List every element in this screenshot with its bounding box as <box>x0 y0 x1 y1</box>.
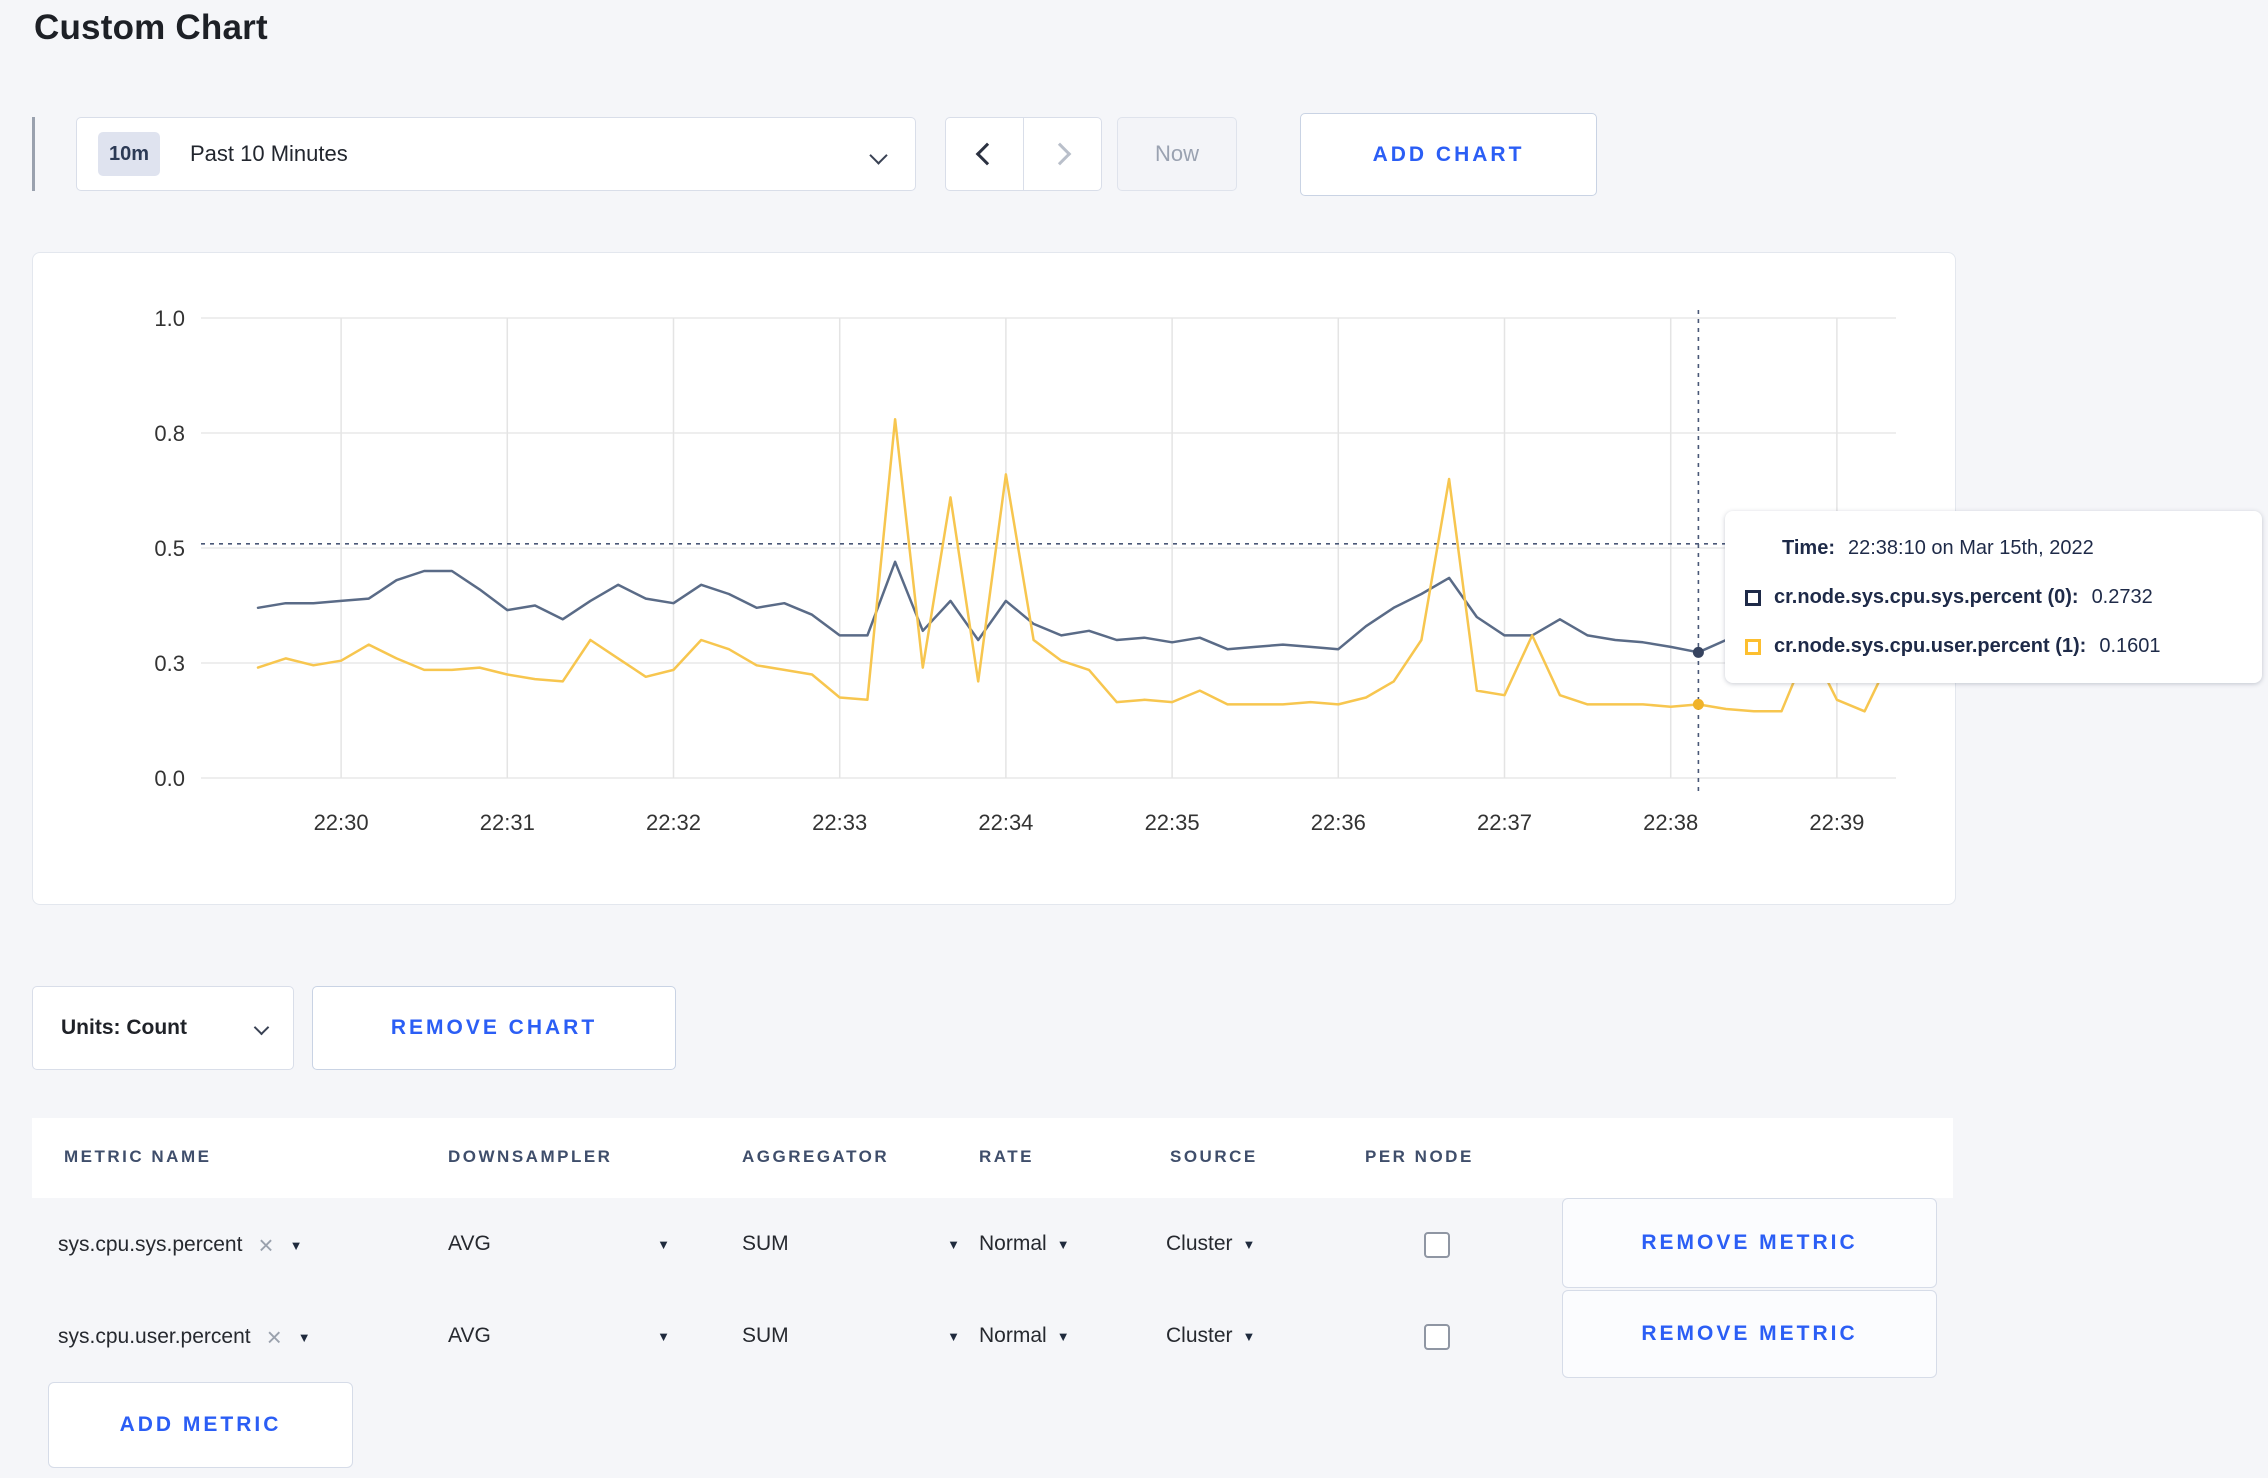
rate-value: Normal <box>979 1324 1047 1347</box>
units-label: Units: Count <box>61 1016 187 1039</box>
svg-text:0.0: 0.0 <box>154 766 185 791</box>
metric-name-chip[interactable]: sys.cpu.sys.percent × ▼ <box>58 1232 302 1258</box>
rate-dropdown[interactable]: Normal ▼ <box>979 1232 1070 1256</box>
tooltip-series-row: cr.node.sys.cpu.user.percent (1): 0.1601 <box>1745 635 2161 658</box>
col-downsampler: DOWNSAMPLER <box>448 1147 613 1166</box>
units-select[interactable]: Units: Count <box>32 986 294 1070</box>
downsampler-value: AVG <box>448 1324 491 1347</box>
svg-text:22:31: 22:31 <box>480 810 535 835</box>
tooltip-series-label: cr.node.sys.cpu.sys.percent (0): <box>1774 586 2079 608</box>
source-dropdown[interactable]: Cluster ▼ <box>1166 1324 1255 1348</box>
source-value: Cluster <box>1166 1324 1233 1347</box>
time-pager <box>945 117 1102 191</box>
caret-down-icon: ▼ <box>657 1328 670 1344</box>
caret-down-icon: ▼ <box>1242 1236 1256 1252</box>
svg-text:22:36: 22:36 <box>1311 810 1366 835</box>
tooltip-series-value: 0.1601 <box>2099 635 2161 657</box>
svg-text:22:32: 22:32 <box>646 810 701 835</box>
custom-chart-page: Custom Chart 10m Past 10 Minutes Now ADD… <box>0 0 2268 1478</box>
remove-metric-button[interactable]: REMOVE METRIC <box>1562 1290 1937 1378</box>
chart-card: 0.0 0.3 0.5 0.8 1.0 22:30 22:31 22:32 22:33 22:34… <box>32 252 1956 905</box>
svg-text:22:38: 22:38 <box>1643 810 1698 835</box>
caret-down-icon[interactable]: ▼ <box>290 1238 303 1253</box>
add-chart-button[interactable]: ADD CHART <box>1300 113 1597 196</box>
aggregator-dropdown[interactable]: SUM ▼ <box>742 1232 960 1256</box>
tooltip-series-value: 0.2732 <box>2091 586 2153 608</box>
remove-chip-icon[interactable]: × <box>267 1324 282 1350</box>
svg-text:22:30: 22:30 <box>314 810 369 835</box>
svg-text:22:39: 22:39 <box>1809 810 1864 835</box>
caret-down-icon: ▼ <box>947 1328 960 1344</box>
chevron-left-icon <box>976 142 999 166</box>
metrics-table-header: METRIC NAME DOWNSAMPLER AGGREGATOR RATE … <box>32 1118 1953 1198</box>
chevron-down-icon <box>253 1019 270 1036</box>
chevron-down-icon <box>869 146 888 165</box>
per-node-checkbox[interactable] <box>1424 1232 1450 1258</box>
svg-text:1.0: 1.0 <box>154 306 185 331</box>
page-title: Custom Chart <box>34 8 268 47</box>
col-rate: RATE <box>979 1147 1035 1166</box>
svg-text:0.5: 0.5 <box>154 536 185 561</box>
per-node-checkbox[interactable] <box>1424 1324 1450 1350</box>
aggregator-dropdown[interactable]: SUM ▼ <box>742 1324 960 1348</box>
remove-metric-button[interactable]: REMOVE METRIC <box>1562 1198 1937 1288</box>
now-button[interactable]: Now <box>1117 117 1237 191</box>
toolbar-left-divider <box>32 117 35 191</box>
caret-down-icon: ▼ <box>947 1236 960 1252</box>
svg-text:22:37: 22:37 <box>1477 810 1532 835</box>
tooltip-series-label: cr.node.sys.cpu.user.percent (1): <box>1774 635 2087 657</box>
caret-down-icon: ▼ <box>1056 1328 1070 1344</box>
add-metric-button[interactable]: ADD METRIC <box>48 1382 353 1468</box>
remove-chip-icon[interactable]: × <box>258 1232 273 1258</box>
cpu-chart-canvas[interactable]: 0.0 0.3 0.5 0.8 1.0 22:30 22:31 22:32 22:33 22:34… <box>33 253 1955 904</box>
metric-name-label: sys.cpu.sys.percent <box>58 1233 243 1256</box>
tooltip-series-row: cr.node.sys.cpu.sys.percent (0): 0.2732 <box>1745 586 2153 609</box>
svg-text:0.3: 0.3 <box>154 651 185 676</box>
tooltip-time-label: Time: <box>1782 537 1835 559</box>
sys-series-swatch-icon <box>1745 589 1761 606</box>
col-per-node: PER NODE <box>1365 1147 1474 1166</box>
tooltip-time-value: 22:38:10 on Mar 15th, 2022 <box>1847 537 2094 559</box>
rate-dropdown[interactable]: Normal ▼ <box>979 1324 1070 1348</box>
caret-down-icon: ▼ <box>657 1236 670 1252</box>
time-range-badge: 10m <box>98 132 160 176</box>
time-range-select[interactable]: 10m Past 10 Minutes <box>76 117 916 191</box>
tooltip-time-row: Time: 22:38:10 on Mar 15th, 2022 <box>1782 537 2094 560</box>
caret-down-icon: ▼ <box>1242 1328 1256 1344</box>
aggregator-value: SUM <box>742 1324 789 1347</box>
chart-tooltip: Time: 22:38:10 on Mar 15th, 2022 cr.node… <box>1725 511 2262 683</box>
remove-chart-button[interactable]: REMOVE CHART <box>312 986 676 1070</box>
time-range-label: Past 10 Minutes <box>190 141 348 166</box>
next-time-button[interactable] <box>1024 118 1101 190</box>
chevron-right-icon <box>1048 142 1071 166</box>
svg-text:22:35: 22:35 <box>1145 810 1200 835</box>
caret-down-icon: ▼ <box>1056 1236 1070 1252</box>
metric-name-chip[interactable]: sys.cpu.user.percent × ▼ <box>58 1324 311 1350</box>
svg-text:22:34: 22:34 <box>978 810 1033 835</box>
user-series-swatch-icon <box>1745 638 1761 655</box>
downsampler-dropdown[interactable]: AVG ▼ <box>448 1324 670 1348</box>
col-aggregator: AGGREGATOR <box>742 1147 890 1166</box>
source-dropdown[interactable]: Cluster ▼ <box>1166 1232 1255 1256</box>
source-value: Cluster <box>1166 1232 1233 1255</box>
col-source: SOURCE <box>1170 1147 1258 1166</box>
caret-down-icon[interactable]: ▼ <box>298 1330 311 1345</box>
col-metric-name: METRIC NAME <box>64 1147 212 1166</box>
prev-time-button[interactable] <box>946 118 1023 190</box>
downsampler-dropdown[interactable]: AVG ▼ <box>448 1232 670 1256</box>
aggregator-value: SUM <box>742 1232 789 1255</box>
metric-name-label: sys.cpu.user.percent <box>58 1325 251 1348</box>
downsampler-value: AVG <box>448 1232 491 1255</box>
rate-value: Normal <box>979 1232 1047 1255</box>
svg-text:22:33: 22:33 <box>812 810 867 835</box>
svg-text:0.8: 0.8 <box>154 421 185 446</box>
